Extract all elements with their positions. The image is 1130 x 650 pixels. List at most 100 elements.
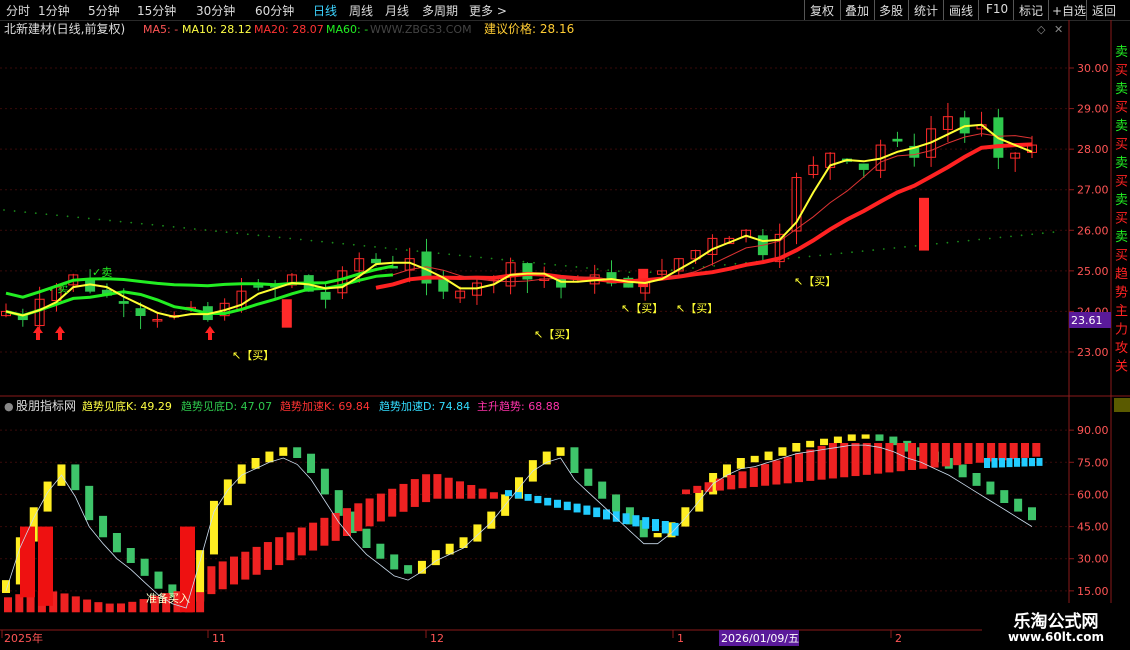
period-tab-monthly[interactable]: 月线 bbox=[385, 2, 409, 19]
right-strip-char: 卖 bbox=[1115, 193, 1128, 208]
indicator-accel-bar bbox=[207, 566, 216, 595]
ma60-dot bbox=[236, 232, 239, 235]
indicator-kd-bar bbox=[584, 468, 593, 486]
indicator-kd-bar bbox=[279, 447, 288, 456]
date-label-jan: 1 bbox=[677, 632, 684, 645]
price-tick-label: 26.00 bbox=[1077, 224, 1109, 237]
indicator-cyan-bar bbox=[514, 492, 522, 499]
right-strip-char: 买 bbox=[1115, 101, 1128, 116]
indicator-kd-bar bbox=[972, 473, 981, 486]
indicator-tick-label: 90.00 bbox=[1077, 424, 1109, 437]
indicator-toggle-icon[interactable]: ● bbox=[4, 400, 14, 413]
ma60-dot bbox=[34, 212, 37, 215]
ma60-dot bbox=[183, 227, 186, 229]
ma60-dot bbox=[331, 241, 334, 244]
period-tab-weekly[interactable]: 周线 bbox=[349, 2, 373, 19]
ma60-dot bbox=[480, 256, 482, 259]
indicator-cyan-bar bbox=[534, 495, 542, 504]
buy-signal-label: ↖【买】 bbox=[676, 302, 718, 315]
toolbar-divider bbox=[840, 0, 841, 20]
restore-rights-button[interactable]: 复权 bbox=[810, 2, 834, 19]
toolbar-divider bbox=[978, 0, 979, 20]
toolbar-divider bbox=[943, 0, 944, 20]
up-arrow-icon bbox=[55, 326, 65, 340]
indicator-accel-bar bbox=[376, 493, 385, 522]
ma60-dot bbox=[416, 250, 419, 253]
period-tab-30min[interactable]: 30分钟 bbox=[196, 2, 235, 19]
right-strip-char: 卖 bbox=[1115, 230, 1128, 245]
indicator-accel-bar bbox=[410, 479, 419, 507]
period-tab-multi[interactable]: 多周期 bbox=[422, 2, 458, 19]
indicator-accel-bar bbox=[1009, 443, 1018, 460]
ma60-dot bbox=[692, 267, 694, 269]
ma60-dot bbox=[87, 217, 90, 220]
ma20-readout: MA20: 28.07 bbox=[254, 23, 324, 36]
indicator-cyan-bar bbox=[622, 513, 630, 525]
indicator-kd-bar bbox=[43, 481, 52, 512]
period-tab-5min[interactable]: 5分钟 bbox=[88, 2, 120, 19]
ma60-dot bbox=[1031, 233, 1034, 236]
diamond-icon[interactable]: ◇ bbox=[1037, 23, 1046, 36]
back-button[interactable]: 返回 bbox=[1092, 2, 1116, 19]
draw-line-button[interactable]: 画线 bbox=[949, 2, 973, 19]
indicator-accel-bar bbox=[230, 556, 238, 585]
price-tick-label: 25.00 bbox=[1077, 265, 1109, 278]
indicator-accel-bar bbox=[343, 508, 351, 536]
period-tab-more[interactable]: 更多 > bbox=[469, 2, 507, 19]
ma60-dot bbox=[3, 209, 5, 211]
statistics-button[interactable]: 统计 bbox=[914, 2, 938, 19]
right-strip-char: 买 bbox=[1115, 64, 1128, 79]
ma60-dot bbox=[1041, 232, 1044, 235]
indicator-kd-bar bbox=[570, 447, 579, 473]
indicator-accel-bar bbox=[478, 488, 487, 499]
ma60-dot bbox=[299, 238, 302, 241]
ma60-dot bbox=[1020, 234, 1023, 237]
indicator-accel-bar bbox=[4, 597, 12, 613]
ma60-dot bbox=[829, 253, 832, 256]
ma60-dot bbox=[56, 214, 58, 217]
period-tab-1min[interactable]: 1分钟 bbox=[38, 2, 70, 19]
add-watchlist-button[interactable]: +自选 bbox=[1052, 2, 1086, 19]
indicator-accel-bar bbox=[105, 603, 114, 613]
candle-body bbox=[522, 263, 533, 280]
ma60-dot bbox=[861, 250, 864, 253]
right-strip-char: 趋 bbox=[1115, 267, 1128, 282]
ma60-dot bbox=[45, 213, 48, 216]
indicator-accel-bar bbox=[1032, 443, 1041, 457]
ma60-dot bbox=[289, 237, 292, 240]
indicator-accel-bar bbox=[94, 602, 103, 613]
ma60-dot bbox=[904, 246, 906, 248]
indicator-accel-bar bbox=[422, 474, 431, 503]
right-strip-char: 卖 bbox=[1115, 156, 1128, 171]
f10-button[interactable]: F10 bbox=[986, 2, 1008, 16]
multi-stock-button[interactable]: 多股 bbox=[879, 2, 903, 19]
ma60-dot bbox=[193, 228, 196, 230]
ma60-dot bbox=[310, 239, 313, 242]
indicator-accel-bar bbox=[862, 443, 871, 475]
indicator-accel-bar bbox=[83, 599, 92, 613]
indicator-kd-bar bbox=[750, 455, 759, 463]
overlay-button[interactable]: 叠加 bbox=[845, 2, 869, 19]
indicator-cyan-bar bbox=[991, 458, 998, 468]
period-tab-fenshi[interactable]: 分时 bbox=[6, 2, 30, 19]
candle-big bbox=[281, 299, 292, 328]
right-strip-char: 买 bbox=[1115, 175, 1128, 190]
indicator-kd-bar bbox=[320, 468, 329, 495]
close-icon[interactable]: ✕ bbox=[1054, 23, 1063, 36]
stock-chart-canvas[interactable]: 北新建材(日线,前复权) MA5: - MA10: 28.12 MA20: 28… bbox=[0, 20, 1130, 650]
mark-button[interactable]: 标记 bbox=[1019, 2, 1043, 19]
period-tab-60min[interactable]: 60分钟 bbox=[255, 2, 294, 19]
ma60-dot bbox=[999, 236, 1002, 239]
indicator-accel-bar bbox=[388, 488, 397, 517]
indicator-accel-bar bbox=[851, 443, 860, 477]
ma60-dot bbox=[522, 260, 525, 263]
period-tab-daily[interactable]: 日线 bbox=[313, 2, 337, 19]
ma60-dot bbox=[321, 240, 323, 243]
period-tab-15min[interactable]: 15分钟 bbox=[137, 2, 176, 19]
indicator-kd-bar bbox=[293, 447, 302, 458]
ma60-dot bbox=[713, 265, 716, 267]
ma60-dot bbox=[278, 236, 281, 239]
indicator-cyan-bar bbox=[593, 507, 601, 518]
indicator-name: 股朋指标网 bbox=[16, 398, 76, 413]
candle-body bbox=[118, 301, 129, 304]
